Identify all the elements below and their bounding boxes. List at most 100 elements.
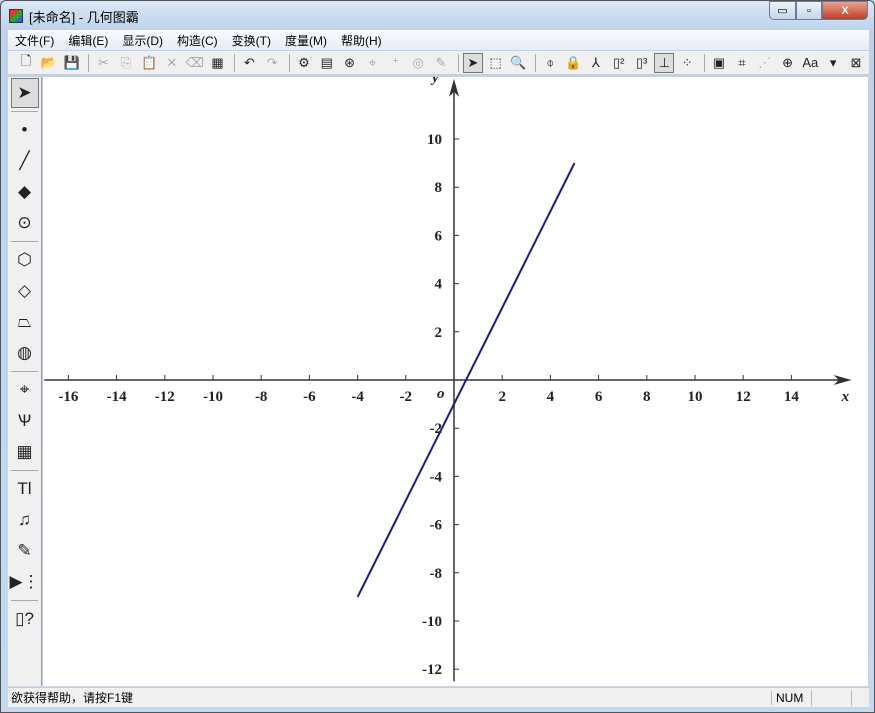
menu-item[interactable]: 文件(F) [15,32,54,49]
dashed-line-icon[interactable]: ⋰ [755,53,775,73]
copy-icon[interactable]: ⎘ [116,53,136,73]
origin-label: o [437,386,445,402]
y-tick-label: 8 [435,180,443,196]
minimize-button[interactable]: ▭ [769,1,796,20]
close-image-icon[interactable]: ⊠ [846,53,866,73]
x-tick-label: -8 [255,389,268,405]
menu-item[interactable]: 显示(D) [122,32,163,49]
close-button[interactable]: X [822,1,868,20]
save-icon[interactable]: 💾 [62,53,82,73]
app-icon [9,9,23,23]
segment-tool-icon[interactable]: ╱ [11,146,39,176]
x-tick-label: -12 [155,389,175,405]
animation-tool-icon[interactable]: ▶⋮ [9,567,39,597]
x-tick-label: 10 [688,389,703,405]
label-3-icon[interactable]: ▯³ [632,53,652,73]
media-tool-icon[interactable]: ♫ [11,505,39,535]
x-axis-label: x [841,389,850,405]
y-tick-label: 6 [435,228,443,244]
menu-item[interactable]: 度量(M) [285,32,327,49]
lock-point-icon[interactable]: ⅄ [586,53,606,73]
open-icon[interactable]: 📂 [39,53,59,73]
y-tick-label: -4 [430,469,443,485]
select-arrow-icon[interactable]: ➤ [462,52,483,73]
x-tick-label: 12 [736,389,751,405]
coordinate-plot: -16 -14 -12 -10 -8 -6 -4 -2 2 4 6 8 10 12 14 10 8 6 4 2 -2 -4… [44,70,852,682]
point-tool-icon[interactable]: • [11,115,39,145]
drawing-canvas[interactable]: -16 -14 -12 -10 -8 -6 -4 -2 2 4 6 8 10 12 14 10 8 6 4 2 -2 -4… [43,70,868,686]
properties-icon[interactable]: ▤ [317,53,337,73]
menu-item[interactable]: 帮助(H) [341,32,382,49]
x-tick-label: 2 [498,389,506,405]
coordinate-tool-icon[interactable]: ⌖ [11,375,39,405]
y-tick-label: -10 [422,614,442,630]
lock-select-icon[interactable]: 🔒 [563,53,583,73]
calculator-icon[interactable]: ▦ [11,437,39,467]
label-2-icon[interactable]: ▯² [609,53,629,73]
status-message: 欲获得帮助，请按F1键 [11,691,134,705]
new-icon[interactable]: 🗋 [16,53,36,73]
maximize-button[interactable]: ▫ [796,1,822,20]
trace-icon[interactable]: ⌖ [363,53,383,73]
window-title: [未命名] - 几何图霸 [29,9,139,25]
toolbar-separator [234,53,236,72]
x-tick-label: -6 [303,389,316,405]
toolbar-separator [88,53,90,72]
text-tool-icon[interactable]: Tl [11,474,39,504]
cube-tool-icon[interactable]: ⬡ [11,245,39,275]
sphere-tool-icon[interactable]: ◍ [11,338,39,368]
y-tick-label: 10 [427,132,442,148]
axis-symmetry-icon[interactable]: ⌽ [540,53,560,73]
x-tick-label: 14 [784,389,800,405]
settings-icon[interactable]: ⚙ [294,53,314,73]
select-region-icon[interactable]: ⬚ [486,53,506,73]
pen-tool-icon[interactable]: ✎ [11,536,39,566]
coordinate-axes-icon[interactable]: ⊥ [654,52,675,73]
toolbar-separator [11,111,38,112]
animation-icon[interactable]: ⊛ [340,53,360,73]
circle-point-icon[interactable]: ⊕ [778,53,798,73]
hide-icon[interactable]: ◎ [408,53,428,73]
dropdown-icon[interactable]: ▾ [823,53,843,73]
arrow-select-icon[interactable]: ➤ [10,78,39,108]
x-tick-label: 6 [595,389,603,405]
y-axis-label: y [430,77,439,86]
toolbar-separator [535,53,537,72]
menu-bar: 文件(F) 编辑(E) 显示(D) 构造(C) 变换(T) 度量(M) 帮助(H) [8,30,869,50]
grid-icon[interactable]: ⁘ [677,53,697,73]
frustum-tool-icon[interactable]: ⏢ [11,307,39,337]
status-bar: 欲获得帮助，请按F1键 NUM [8,687,869,707]
brush-icon[interactable]: ✎ [431,53,451,73]
circle-tool-icon[interactable]: ⊙ [11,208,39,238]
x-tick-label: -14 [107,389,127,405]
redo-icon[interactable]: ↷ [262,53,282,73]
find-icon[interactable]: 🔍 [509,53,529,73]
y-tick-label: 4 [435,277,443,293]
status-pane [811,689,851,706]
num-lock-indicator: NUM [771,690,811,705]
help-tool-icon[interactable]: ▯? [11,604,39,634]
x-tick-label: -16 [58,389,78,405]
polygon-tool-icon[interactable]: ◆ [11,177,39,207]
delete-icon[interactable]: ✕ [162,53,182,73]
pyramid-tool-icon[interactable]: ◇ [11,276,39,306]
x-tick-label: -4 [351,389,364,405]
menu-item[interactable]: 编辑(E) [68,32,108,49]
menu-item[interactable]: 变换(T) [232,32,271,49]
text-box-icon[interactable]: ▣ [709,53,729,73]
add-point-icon[interactable]: ⁺ [385,53,405,73]
point-coords-icon[interactable]: ⌗ [732,53,752,73]
toolbar-separator [11,241,38,242]
undo-icon[interactable]: ↶ [239,53,259,73]
paste-icon[interactable]: 📋 [139,53,159,73]
menu-item[interactable]: 构造(C) [177,32,218,49]
x-tick-label: 4 [547,389,555,405]
resize-grip[interactable] [851,689,869,706]
y-tick-label: -2 [430,421,443,437]
toolbar-separator [289,53,291,72]
cut-icon[interactable]: ✂ [93,53,113,73]
clear-icon[interactable]: ▦ [208,53,228,73]
eraser-icon[interactable]: ⌫ [185,53,205,73]
font-icon[interactable]: Aa [800,53,820,73]
function-graph-icon[interactable]: Ѱ [11,406,39,436]
